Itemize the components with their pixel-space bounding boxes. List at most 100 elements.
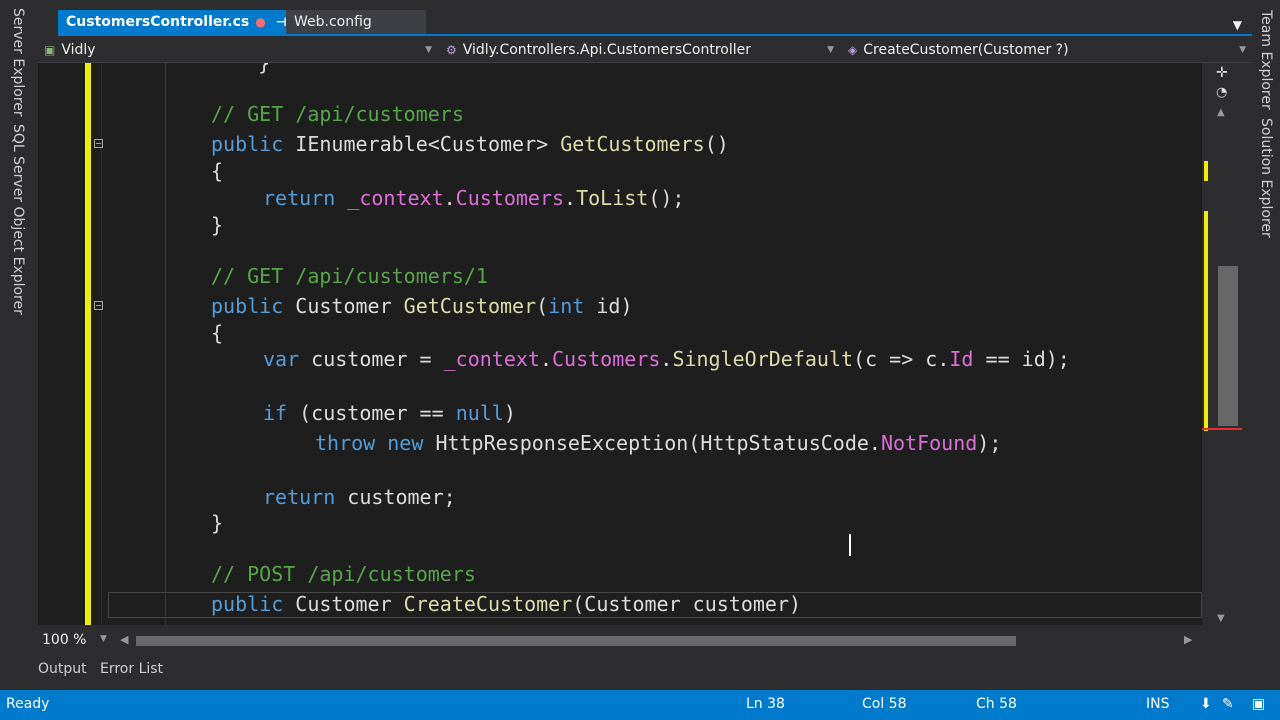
field: _context <box>443 347 540 371</box>
scroll-map-icon[interactable]: ◔ <box>1216 85 1227 100</box>
scroll-right-icon[interactable]: ▶ <box>1184 633 1192 646</box>
property: Customers <box>455 186 565 210</box>
scroll-up-icon[interactable]: ▲ <box>1217 107 1225 118</box>
collapse-region-icon[interactable] <box>94 301 103 310</box>
code-line: var customer = _context.Customers.Single… <box>263 347 1070 371</box>
scroll-down-icon[interactable]: ▼ <box>1217 613 1225 624</box>
code-text: { <box>211 159 224 183</box>
split-window-icon[interactable]: ✛ <box>1216 65 1228 81</box>
keyword: null <box>455 401 504 425</box>
class-dropdown[interactable]: ⚙ Vidly.Controllers.Api.CustomersControl… <box>440 38 840 61</box>
code-line: throw new HttpResponseException(HttpStat… <box>315 428 1001 458</box>
sql-server-object-explorer-tab[interactable]: SQL Server Object Explorer <box>10 124 26 315</box>
code-line: { <box>211 318 223 348</box>
code-comment: // GET /api/customers <box>211 102 464 126</box>
code-line: // POST /api/customers <box>211 559 476 589</box>
status-ready: Ready <box>6 696 50 712</box>
zoom-level[interactable]: 100 % <box>42 632 86 648</box>
code-text: (); <box>648 186 685 210</box>
code-line: return customer; <box>263 482 456 512</box>
document-tab-bar: CustomersController.cs ● ⊣ ✕ Web.config … <box>38 0 1252 38</box>
bottom-tool-tabs: Output Error List <box>0 654 1280 690</box>
vertical-scrollbar[interactable]: ✛ ◔ ▲ ▼ <box>1202 63 1242 625</box>
scroll-thumb[interactable] <box>1218 266 1238 426</box>
method-name: GetCustomers <box>560 132 705 156</box>
keyword: return <box>263 186 336 210</box>
code-editor[interactable]: } // GET /api/customers public IEnumerab… <box>38 63 1202 625</box>
collapse-region-icon[interactable] <box>94 139 103 148</box>
code-line: public Customer GetCustomer(int id) <box>211 294 633 318</box>
tab-web-config[interactable]: Web.config <box>286 10 426 34</box>
chevron-down-icon: ▼ <box>1239 44 1246 55</box>
change-marker <box>1204 211 1208 431</box>
type-name: Customer <box>295 294 392 318</box>
navigation-bar: ▣ Vidly ▼ ⚙ Vidly.Controllers.Api.Custom… <box>38 38 1252 63</box>
code-text: customer = <box>311 347 432 371</box>
code-line: } <box>211 210 223 240</box>
status-char: Ch 58 <box>976 696 1017 712</box>
notifications-icon[interactable]: ▣ <box>1252 696 1265 712</box>
modified-indicator-icon: ● <box>255 15 266 29</box>
code-line: public Customer CreateCustomer(Customer … <box>211 589 801 619</box>
code-text: ) <box>503 401 516 425</box>
chevron-down-icon[interactable]: ▼ <box>100 634 107 644</box>
keyword: return <box>263 485 336 509</box>
tab-error-list[interactable]: Error List <box>100 661 163 677</box>
edit-icon[interactable]: ✎ <box>1222 696 1234 712</box>
status-column: Col 58 <box>862 696 907 712</box>
code-text: (c => c. <box>853 347 950 371</box>
chevron-down-icon: ▼ <box>827 44 834 55</box>
code-text: { <box>211 321 224 345</box>
scroll-left-icon[interactable]: ◀ <box>120 633 128 646</box>
project-dropdown[interactable]: ▣ Vidly ▼ <box>38 38 438 61</box>
code-text: ); <box>977 431 1002 455</box>
code-text: } <box>211 213 224 237</box>
publish-icon[interactable]: ⬇ <box>1200 696 1212 712</box>
keyword: var <box>263 347 300 371</box>
project-name: Vidly <box>61 41 96 58</box>
text-caret <box>849 534 851 556</box>
right-tool-rail: Team Explorer Solution Explorer <box>1252 0 1280 690</box>
tab-strip-underline <box>58 34 1252 36</box>
caret-marker <box>1202 428 1242 430</box>
member-dropdown[interactable]: ◈ CreateCustomer(Customer ?) ▼ <box>842 38 1252 61</box>
status-insert-mode: INS <box>1146 696 1170 712</box>
project-icon: ▣ <box>44 42 56 57</box>
code-line: if (customer == null) <box>263 398 516 428</box>
keyword: int <box>548 294 585 318</box>
code-line: } <box>210 63 270 78</box>
code-text: HttpResponseException(HttpStatusCode. <box>435 431 881 455</box>
method-name: GetCustomer <box>403 294 537 318</box>
class-icon: ⚙ <box>446 42 457 57</box>
params: (Customer customer) <box>572 592 802 616</box>
property: Customers <box>552 347 661 371</box>
method-name: ToList <box>576 186 649 210</box>
method-name: SingleOrDefault <box>672 347 854 371</box>
code-line: return _context.Customers.ToList(); <box>263 186 685 210</box>
property: NotFound <box>880 431 978 455</box>
horizontal-scroll-thumb[interactable] <box>136 636 1016 646</box>
method-icon: ◈ <box>848 42 858 57</box>
params: () <box>704 132 729 156</box>
code-text: == id); <box>973 347 1070 371</box>
tab-label: Web.config <box>294 14 372 30</box>
server-explorer-tab[interactable]: Server Explorer <box>10 8 26 117</box>
tab-output[interactable]: Output <box>38 661 87 677</box>
code-line: public IEnumerable<Customer> GetCustomer… <box>211 129 729 159</box>
param-name: id <box>596 294 621 318</box>
solution-explorer-tab[interactable]: Solution Explorer <box>1258 118 1274 238</box>
code-line: // GET /api/customers <box>211 99 464 129</box>
change-tracking-bar <box>85 63 91 625</box>
class-name: Vidly.Controllers.Api.CustomersControlle… <box>462 41 752 58</box>
code-comment: // POST /api/customers <box>211 562 476 586</box>
chevron-down-icon[interactable]: ▼ <box>1233 18 1242 32</box>
method-name: CreateCustomer <box>403 592 573 616</box>
code-text: customer; <box>347 485 456 509</box>
team-explorer-tab[interactable]: Team Explorer <box>1258 10 1274 110</box>
tab-customers-controller[interactable]: CustomersController.cs ● ⊣ ✕ <box>58 10 308 34</box>
field: _context <box>347 186 444 210</box>
code-text: } <box>211 511 224 535</box>
chevron-down-icon: ▼ <box>425 44 432 55</box>
indent-guide <box>165 63 166 625</box>
status-line: Ln 38 <box>746 696 785 712</box>
